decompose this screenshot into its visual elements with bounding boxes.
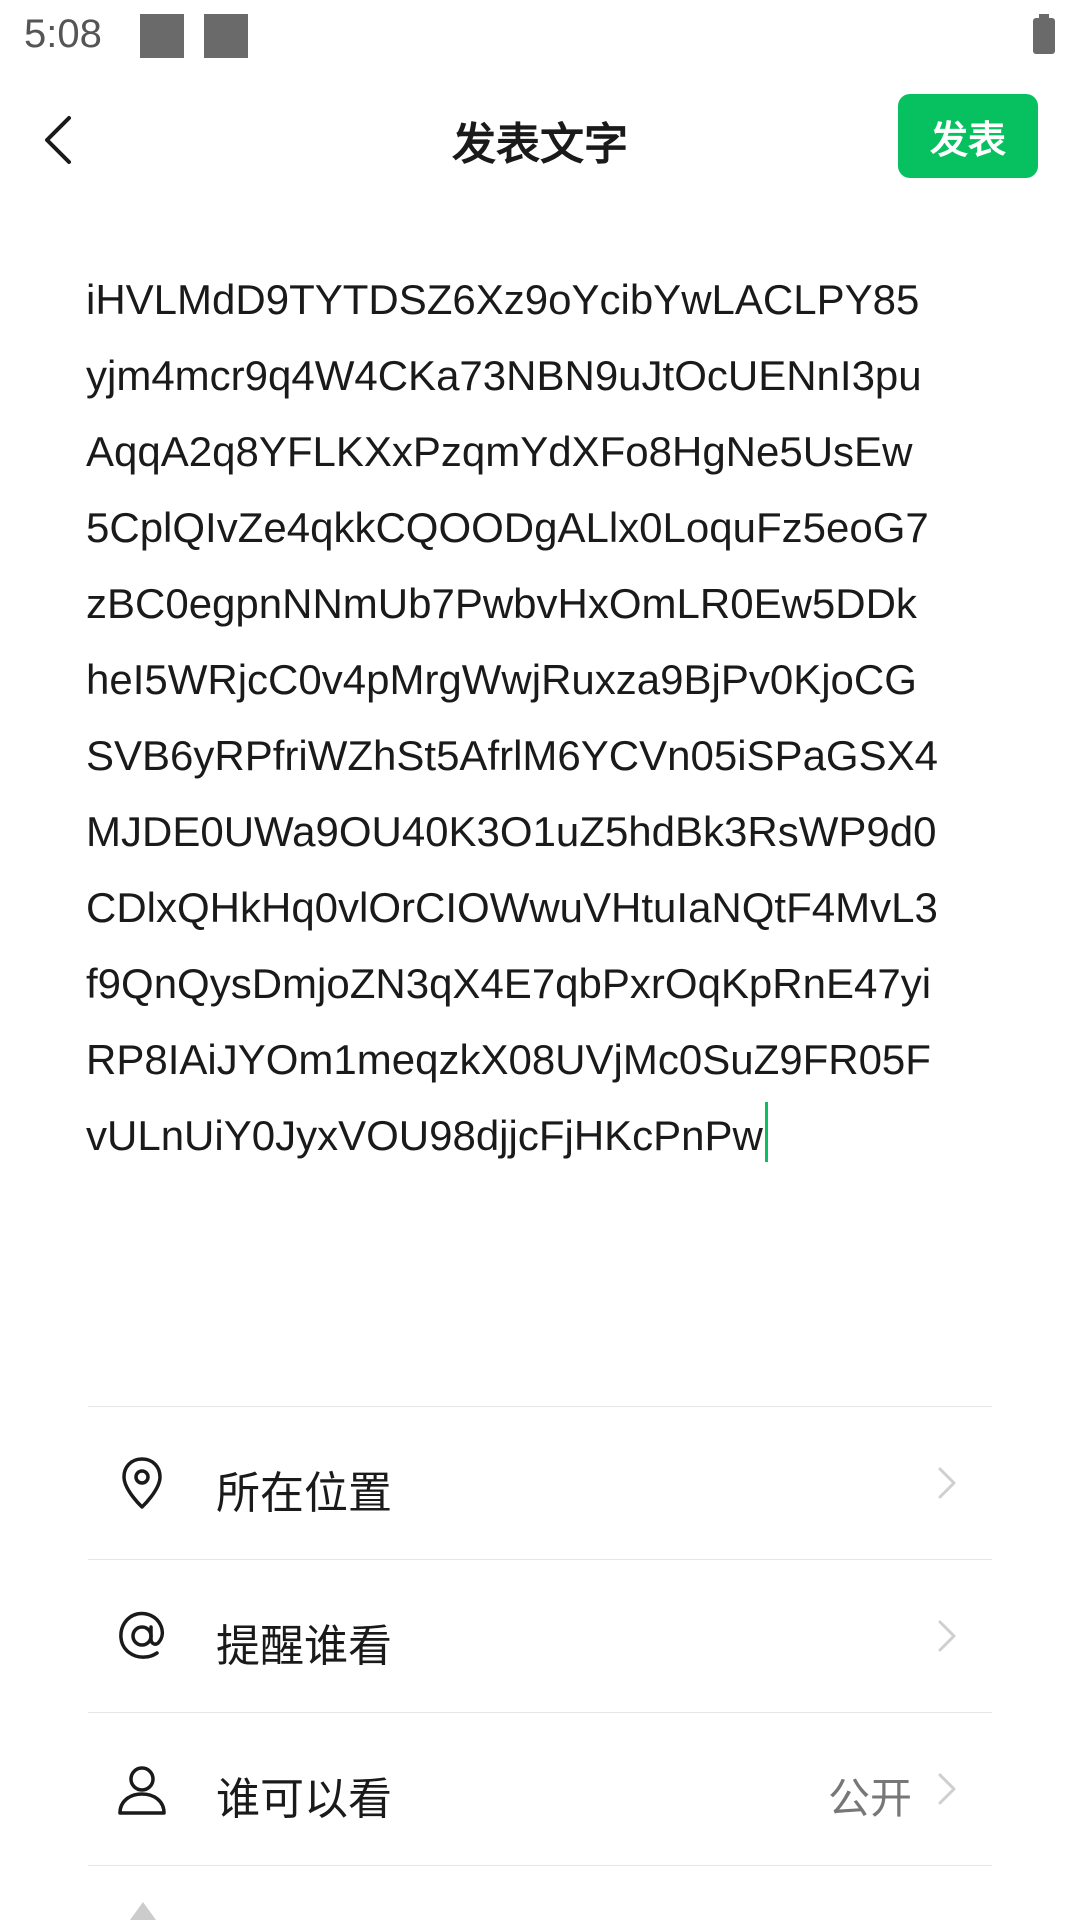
partial-icon (130, 1902, 156, 1920)
mention-row[interactable]: 提醒谁看 (88, 1559, 992, 1712)
post-options: 所在位置 提醒谁看 谁可以看 公开 (88, 1406, 992, 1866)
publish-button[interactable]: 发表 (898, 94, 1038, 178)
notification-icon (140, 14, 184, 58)
post-text-input[interactable]: iHVLMdD9TYTDSZ6Xz9oYcibYwLACLPY85 yjm4mc… (86, 262, 1006, 1174)
notification-icon (204, 14, 248, 58)
chevron-right-icon (938, 1773, 956, 1805)
battery-icon (1033, 14, 1055, 54)
text-cursor (764, 1102, 768, 1162)
location-label: 所在位置 (216, 1468, 392, 1519)
chevron-right-icon (938, 1467, 956, 1499)
location-pin-icon (122, 1457, 162, 1509)
location-row[interactable]: 所在位置 (88, 1406, 992, 1559)
status-bar: 5:08 (0, 0, 1080, 78)
visibility-row[interactable]: 谁可以看 公开 (88, 1712, 992, 1866)
status-time: 5:08 (24, 12, 102, 56)
at-icon (119, 1611, 165, 1659)
visibility-value: 公开 (827, 1774, 912, 1823)
visibility-label: 谁可以看 (216, 1774, 392, 1825)
mention-label: 提醒谁看 (216, 1621, 392, 1672)
user-icon (118, 1766, 166, 1815)
header: 发表文字 发表 (0, 78, 1080, 202)
post-text: iHVLMdD9TYTDSZ6Xz9oYcibYwLACLPY85 yjm4mc… (86, 276, 938, 1159)
chevron-right-icon (938, 1620, 956, 1652)
